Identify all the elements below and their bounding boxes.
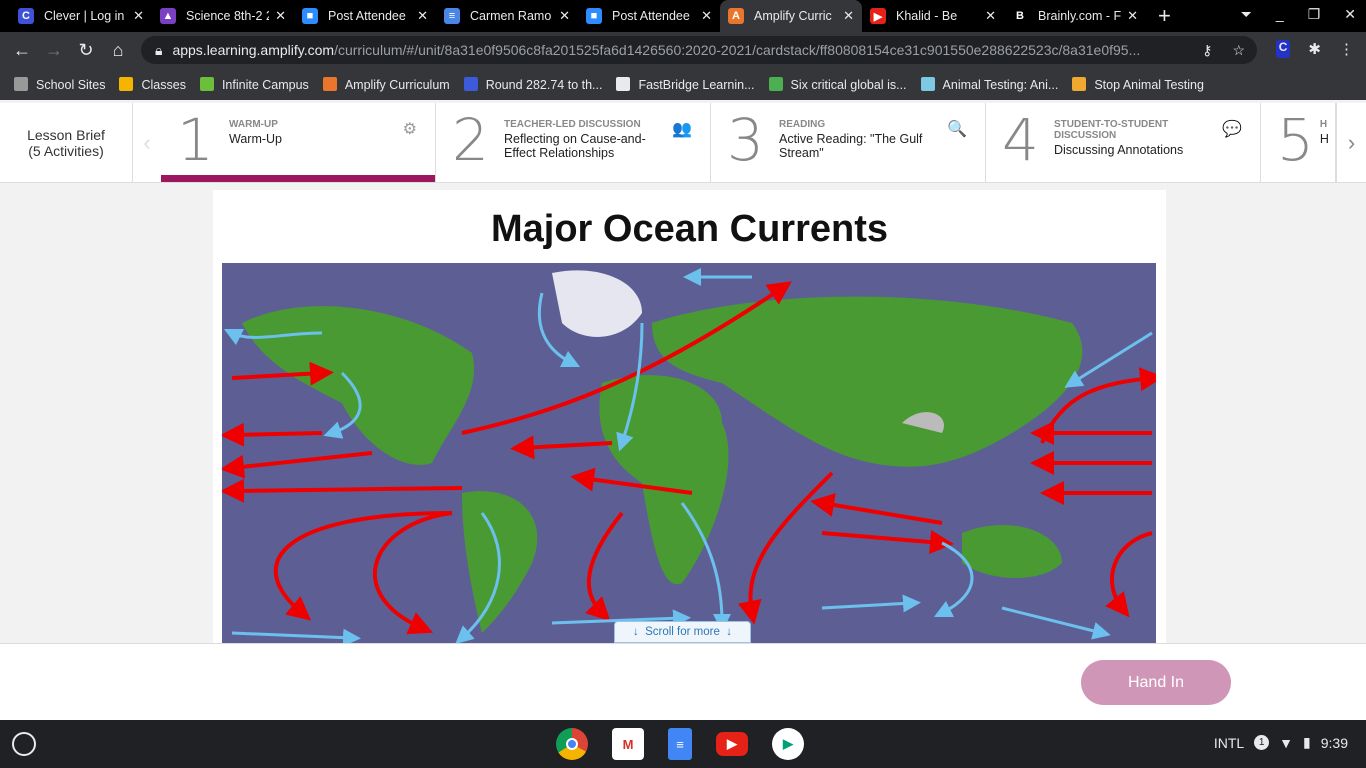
activity-tab[interactable]: 4 STUDENT-TO-STUDENT DISCUSSION Discussing…: [986, 103, 1261, 182]
browser-tab[interactable]: B Brainly.com - F ✕: [1004, 0, 1146, 32]
back-button[interactable]: ←: [6, 40, 38, 61]
activity-tab[interactable]: 2 TEACHER-LED DISCUSSION Reflecting on Cau…: [436, 103, 711, 182]
bookmark-item[interactable]: Six critical global is...: [768, 76, 907, 92]
reload-button[interactable]: ↻: [70, 40, 102, 61]
close-tab-icon[interactable]: ✕: [275, 8, 286, 24]
activity-nav: Lesson Brief (5 Activities) ‹ 1 WARM-UP War…: [0, 103, 1366, 183]
bookmark-favicon-icon: [463, 76, 478, 91]
tab-favicon-icon: ▶: [870, 8, 886, 24]
bookmark-item[interactable]: School Sites: [14, 76, 105, 92]
footer-bar: Hand In: [0, 643, 1366, 720]
page-title: Major Ocean Currents: [491, 208, 888, 250]
tab-favicon-icon: ■: [586, 8, 602, 24]
home-button[interactable]: ⌂: [102, 40, 134, 61]
bookmark-favicon-icon: [322, 76, 337, 91]
toolbar: ← → ↻ ⌂ 🔒︎ apps.learning.amplify.com/cur…: [0, 32, 1366, 68]
extensions-icon[interactable]: ✱: [1308, 40, 1321, 58]
bookmark-favicon-icon: [1072, 76, 1087, 91]
next-activity-arrow[interactable]: ›: [1336, 103, 1366, 182]
bookmark-favicon-icon: [920, 76, 935, 91]
bookmarks-bar: School Sites Classes Infinite Campus Amplif…: [0, 68, 1366, 100]
bookmark-item[interactable]: FastBridge Learnin...: [616, 76, 755, 92]
gmail-app-icon[interactable]: M: [612, 728, 644, 760]
system-tray[interactable]: INTL 1 ▼ ▮ 9:39: [1214, 734, 1348, 751]
minimize-button[interactable]: _: [1276, 6, 1284, 23]
youtube-app-icon[interactable]: ▶: [716, 732, 748, 756]
wifi-icon: ▼: [1279, 734, 1294, 751]
bookmark-item[interactable]: Stop Animal Testing: [1072, 76, 1204, 92]
browser-tab[interactable]: A Amplify Curric ✕: [720, 0, 862, 32]
menu-icon[interactable]: ⋮: [1339, 40, 1354, 58]
tab-favicon-icon: ■: [302, 8, 318, 24]
chrome-app-icon[interactable]: [556, 728, 588, 760]
tab-strip: C Clever | Log in ✕ ▲ Science 8th-2 2 ✕ ■ Post …: [0, 0, 1366, 32]
activity-tab[interactable]: 5HH: [1261, 103, 1336, 182]
lesson-brief[interactable]: Lesson Brief (5 Activities): [0, 103, 133, 182]
content-card: Major Ocean Currents: [213, 190, 1166, 643]
battery-icon: ▮: [1303, 734, 1311, 750]
bookmark-item[interactable]: Classes: [119, 76, 186, 92]
browser-tab[interactable]: ■ Post Attendee ✕: [294, 0, 436, 32]
bookmark-favicon-icon: [768, 76, 783, 91]
bookmark-item[interactable]: Round 282.74 to th...: [463, 76, 602, 92]
close-tab-icon[interactable]: ✕: [843, 8, 854, 24]
bookmark-item[interactable]: Infinite Campus: [199, 76, 309, 92]
ocean-currents-map: [222, 263, 1156, 643]
prev-activity-arrow[interactable]: ‹: [133, 103, 161, 182]
restore-button[interactable]: ❐: [1308, 6, 1321, 23]
close-tab-icon[interactable]: ✕: [133, 8, 144, 24]
play-store-app-icon[interactable]: ▶: [772, 728, 804, 760]
chromeos-shelf: M ≡ ▶ ▶ INTL 1 ▼ ▮ 9:39: [0, 720, 1366, 768]
activity-tab[interactable]: 1 WARM-UP Warm-Up ⚙: [161, 103, 436, 182]
activity-type-icon: ⚙: [402, 121, 417, 138]
hand-in-button[interactable]: Hand In: [1081, 660, 1231, 705]
browser-tab[interactable]: C Clever | Log in ✕: [10, 0, 152, 32]
bookmark-item[interactable]: Amplify Curriculum: [322, 76, 450, 92]
close-tab-icon[interactable]: ✕: [985, 8, 996, 24]
launcher-button[interactable]: [12, 732, 36, 756]
bookmark-star-icon[interactable]: ☆: [1232, 42, 1245, 59]
tab-favicon-icon: A: [728, 8, 744, 24]
docs-app-icon[interactable]: ≡: [668, 728, 692, 760]
lock-icon: 🔒︎: [155, 41, 163, 58]
close-tab-icon[interactable]: ✕: [417, 8, 428, 24]
browser-tab[interactable]: ▲ Science 8th-2 2 ✕: [152, 0, 294, 32]
tab-favicon-icon: B: [1012, 8, 1028, 24]
activity-type-icon: 👥: [672, 121, 692, 138]
browser-tab[interactable]: ≡ Carmen Ramo ✕: [436, 0, 578, 32]
notification-count: 1: [1254, 735, 1270, 750]
activity-type-icon: 💬: [1222, 121, 1242, 138]
bookmark-item[interactable]: Animal Testing: Ani...: [920, 76, 1058, 92]
close-tab-icon[interactable]: ✕: [1127, 8, 1138, 24]
close-window-button[interactable]: ✕: [1344, 6, 1356, 23]
bookmark-favicon-icon: [199, 76, 214, 91]
tab-favicon-icon: ▲: [160, 8, 176, 24]
browser-tab[interactable]: ▶ Khalid - Be ✕: [862, 0, 1004, 32]
key-icon[interactable]: ⚷: [1202, 42, 1212, 59]
tab-search-icon[interactable]: ⏷: [1241, 6, 1252, 23]
close-tab-icon[interactable]: ✕: [701, 8, 712, 24]
clever-extension-icon[interactable]: C: [1275, 40, 1291, 58]
bookmark-favicon-icon: [14, 76, 28, 91]
bookmark-favicon-icon: [119, 76, 134, 91]
scroll-for-more-button[interactable]: ↓ Scroll for more ↓: [614, 621, 751, 643]
bookmark-favicon-icon: [616, 76, 631, 91]
tab-favicon-icon: C: [18, 8, 34, 24]
activity-tab[interactable]: 3 READING Active Reading: "The Gulf Stream…: [711, 103, 986, 182]
forward-button[interactable]: →: [38, 40, 70, 61]
close-tab-icon[interactable]: ✕: [559, 8, 570, 24]
activity-type-icon: 🔍: [947, 121, 967, 138]
tab-favicon-icon: ≡: [444, 8, 460, 24]
new-tab-button[interactable]: +: [1158, 3, 1171, 29]
address-bar[interactable]: 🔒︎ apps.learning.amplify.com/curriculum/…: [141, 36, 1257, 64]
browser-tab[interactable]: ■ Post Attendee ✕: [578, 0, 720, 32]
